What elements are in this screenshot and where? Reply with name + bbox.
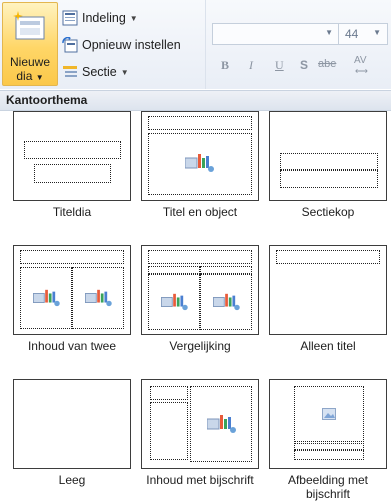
content-icon [207, 415, 236, 433]
content-placeholder [148, 133, 252, 195]
chevron-down-icon[interactable]: ▼ [373, 28, 381, 37]
chevron-down-icon[interactable]: ▼ [325, 28, 333, 37]
new-slide-button[interactable]: Nieuwe dia ▼ [2, 2, 58, 86]
title-placeholder [24, 141, 121, 159]
content-icon [213, 293, 240, 311]
spacing-arrow-icon: ⟷ [355, 66, 368, 76]
section-icon [63, 66, 77, 77]
layout-thumbnail [269, 111, 387, 201]
new-slide-label-2: dia [16, 69, 33, 83]
strikethrough-button[interactable]: abe [318, 58, 336, 70]
content-placeholder-right [72, 267, 124, 329]
title-placeholder [148, 116, 252, 130]
ribbon-separator [205, 0, 206, 89]
gallery-header: Kantoorthema [0, 90, 391, 111]
layout-caption: Leeg [58, 473, 86, 487]
layout-caption: Sectiekop [301, 205, 355, 219]
layout-thumbnail [141, 245, 259, 335]
layout-thumbnail [141, 379, 259, 469]
picture-icon [322, 408, 336, 420]
underline-button[interactable]: U [275, 58, 284, 73]
theme-name: Kantoorthema [6, 93, 88, 107]
layout-caption: Inhoud met bijschrift [146, 473, 254, 487]
reset-icon [62, 37, 78, 53]
layout-thumbnail [269, 379, 387, 469]
picture-placeholder [294, 386, 364, 442]
character-spacing-button[interactable]: AV [354, 55, 367, 66]
font-size-combobox[interactable]: 44 ▼ [338, 23, 388, 45]
layout-caption: Alleen titel [300, 339, 356, 353]
heading-placeholder-left [148, 266, 200, 274]
new-slide-label: Nieuwe [9, 55, 51, 69]
reset-button[interactable]: Opnieuw instellen [62, 35, 181, 55]
layout-caption: Titel en object [162, 205, 238, 219]
chevron-down-icon: ▼ [129, 13, 138, 23]
layout-caption: Inhoud van twee [27, 339, 117, 353]
layout-thumbnail [13, 111, 131, 201]
title-placeholder [148, 250, 252, 264]
shadow-button[interactable]: S [300, 58, 308, 72]
content-placeholder [190, 386, 252, 462]
title-placeholder [280, 153, 378, 170]
title-placeholder [276, 250, 380, 264]
section-label: Sectie [82, 65, 117, 79]
content-icon [33, 289, 60, 307]
reset-label: Opnieuw instellen [82, 38, 181, 52]
layout-caption: Vergelijking [169, 339, 231, 353]
text-placeholder [280, 170, 378, 188]
bold-button[interactable]: B [221, 58, 229, 73]
title-placeholder [294, 443, 364, 450]
chevron-down-icon: ▼ [35, 73, 44, 82]
content-placeholder-right [200, 274, 252, 330]
layout-thumbnail [141, 111, 259, 201]
heading-placeholder-right [200, 266, 252, 274]
layout-icon [62, 10, 78, 26]
subtitle-placeholder [34, 164, 111, 183]
ribbon: Nieuwe dia ▼ Indeling ▼ Opnieuw instelle… [0, 0, 391, 89]
title-placeholder [20, 250, 124, 264]
content-placeholder-left [148, 274, 200, 330]
font-size-value: 44 [345, 27, 359, 41]
layout-thumbnail [13, 379, 131, 469]
content-icon [85, 289, 112, 307]
layout-label: Indeling [82, 11, 126, 25]
layout-thumbnail [269, 245, 387, 335]
content-placeholder-left [20, 267, 72, 329]
chevron-down-icon: ▼ [120, 67, 129, 77]
title-placeholder [150, 386, 188, 400]
content-icon [185, 154, 214, 172]
layout-button[interactable]: Indeling ▼ [62, 8, 138, 28]
layout-thumbnail [13, 245, 131, 335]
caption-placeholder [294, 450, 364, 460]
section-button[interactable]: Sectie ▼ [62, 62, 129, 82]
content-icon [161, 293, 188, 311]
layout-caption: Afbeelding met bijschrift [287, 473, 369, 501]
italic-button[interactable]: I [249, 58, 253, 73]
caption-placeholder [150, 402, 188, 460]
font-name-combobox[interactable]: ▼ [212, 23, 340, 45]
new-slide-icon [13, 11, 45, 40]
layout-caption: Titeldia [52, 205, 92, 219]
